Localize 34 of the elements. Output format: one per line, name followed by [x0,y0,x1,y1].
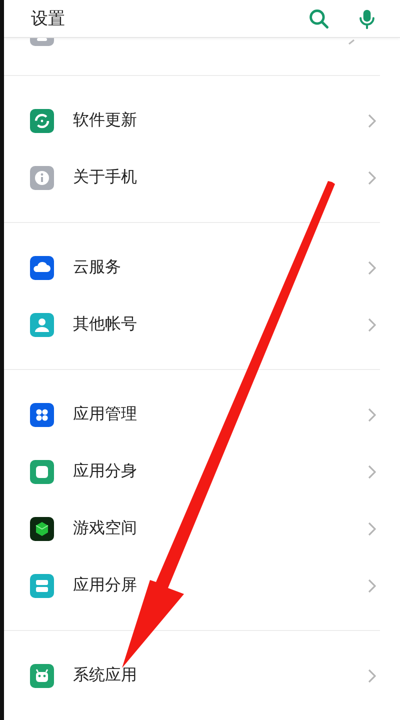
item-label: 云服务 [73,257,122,278]
cube-icon [30,516,54,540]
chevron-icon [348,39,356,45]
item-label: 系统应用 [73,665,138,686]
square-icon [30,460,54,484]
chevron-icon [368,464,376,478]
chevron-icon [368,668,376,682]
chevron-icon [368,522,376,536]
cloud-icon [30,256,54,280]
split-screen-icon [30,574,54,598]
grid-icon [30,402,54,426]
chevron-icon [368,170,376,184]
item-label: 游戏空间 [73,518,138,539]
settings-item[interactable]: 软件更新 [4,92,380,149]
chevron-icon [368,578,376,592]
settings-item[interactable]: 关于手机 [4,149,380,206]
info-icon [30,166,54,190]
robot-icon [30,664,54,688]
settings-item[interactable]: 系统应用 [4,647,380,704]
item-label: 应用分屏 [73,575,138,596]
item-label: 其他帐号 [73,314,138,335]
chevron-icon [368,260,376,274]
page-title: 设置 [31,8,66,30]
chevron-icon [368,408,376,422]
chevron-icon [368,318,376,332]
item-label: 应用管理 [73,404,138,425]
refresh-icon [30,108,54,132]
person-icon [30,312,54,336]
item-label: 软件更新 [73,110,138,131]
search-icon[interactable] [308,8,330,30]
settings-icon [30,38,54,46]
chevron-icon [368,114,376,128]
item-label: 关于手机 [73,167,138,188]
item-label: 应用分身 [73,461,138,482]
